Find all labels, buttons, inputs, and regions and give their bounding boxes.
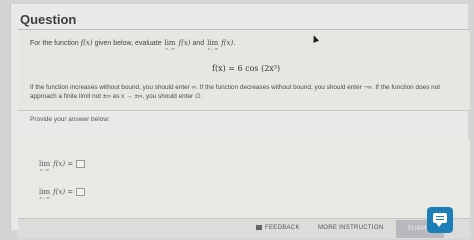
chat-line xyxy=(436,216,444,217)
more-instruction-button[interactable]: MORE INSTRUCTION xyxy=(318,225,383,231)
problem-statement: For the function f(x) given below, evalu… xyxy=(18,31,470,110)
section-divider xyxy=(18,110,470,111)
lim-subscript: x→∞ xyxy=(40,167,49,172)
lim-subscript: x→-∞ xyxy=(207,46,218,51)
feedback-label: FEEDBACK xyxy=(265,225,300,232)
question-prefix: For the function xyxy=(30,40,79,47)
answer-limit-label: lim x→-∞ xyxy=(39,188,50,200)
function-formula: f(x) = 6 cos (2x³) xyxy=(212,64,281,73)
limit-pos-inf: lim x→∞ xyxy=(164,39,175,51)
chat-button[interactable] xyxy=(427,207,453,233)
feedback-icon xyxy=(256,225,262,230)
page-title: Question xyxy=(20,12,77,27)
answer-limit-label: lim x→∞ xyxy=(39,160,50,172)
function-symbol: f(x) xyxy=(80,39,93,47)
chat-line xyxy=(436,219,444,220)
instructions-text: If the function increases without bound,… xyxy=(30,84,441,100)
answer-row-pos-inf: lim x→∞ f(x) = xyxy=(38,160,86,172)
answer-expression: f(x) = xyxy=(53,160,74,168)
lim-subscript: x→-∞ xyxy=(39,195,50,200)
question-middle: given below, evaluate xyxy=(94,40,162,47)
limit-neg-inf: lim x→-∞ xyxy=(207,39,218,51)
feedback-button[interactable]: FEEDBACK xyxy=(256,225,300,231)
and-word: and xyxy=(192,40,205,47)
lim-expression: f(x). xyxy=(221,39,236,47)
footer-toolbar: FEEDBACK MORE INSTRUCTION SUBMIT xyxy=(18,218,470,239)
answer-expression: f(x) = xyxy=(53,188,74,196)
answer-prompt: Provide your answer below: xyxy=(30,116,110,123)
answer-row-neg-inf: lim x→-∞ f(x) = xyxy=(38,188,86,200)
title-divider xyxy=(18,29,470,30)
answer-input-neg-inf[interactable] xyxy=(76,188,86,197)
chat-bubble-icon xyxy=(433,213,447,227)
answer-area: lim x→∞ f(x) = lim x→-∞ f(x) = xyxy=(18,140,470,218)
lim-subscript: x→∞ xyxy=(165,46,175,51)
question-text: For the function f(x) given below, evalu… xyxy=(30,39,235,51)
answer-input-pos-inf[interactable] xyxy=(76,160,86,169)
lim-expression: f(x) xyxy=(178,39,191,47)
